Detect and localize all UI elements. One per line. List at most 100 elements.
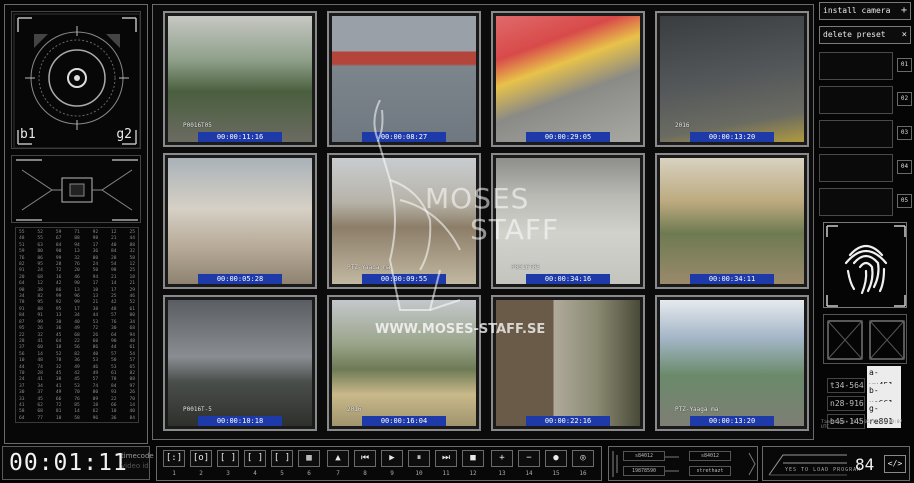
delete-preset-label: delete preset <box>823 30 886 39</box>
view-5-button[interactable]: [ ] <box>271 450 293 467</box>
camera-feed-12[interactable]: PTZ-Yaaga ma 00:00:13:20 <box>655 295 809 431</box>
toolbar-number: 15 <box>552 470 560 477</box>
radar-dial[interactable]: b1 g2 <box>11 11 141 149</box>
camera-timecode: 00:00:10:18 <box>198 416 282 426</box>
stop-button[interactable]: ■ <box>462 450 484 467</box>
camera-timecode: 00:00:05:28 <box>198 274 282 284</box>
preset-number-3[interactable]: 03 <box>897 126 912 140</box>
plus-icon: + <box>900 5 907 16</box>
camera-timecode: 00:00:16:04 <box>362 416 446 426</box>
camera-feed-6[interactable]: PTZ-Yaaga ma 00:00:09:55 <box>327 153 481 289</box>
load-program-label: YES TO LOAD PROGRAM <box>785 467 862 473</box>
motion-graphic <box>16 159 138 221</box>
toolbar-number: 7 <box>336 470 340 477</box>
telemetry-value: 77 <box>37 415 43 421</box>
code-row-2: n28-916b-uo661 <box>827 384 905 411</box>
view-4-button[interactable]: [ ] <box>244 450 266 467</box>
preset-slot-1[interactable] <box>819 52 893 80</box>
toolbar-number: 10 <box>415 470 423 477</box>
camera-feed-2[interactable]: 00:00:08:27 <box>327 11 481 147</box>
timecode-label: timecode <box>121 452 154 460</box>
preset-number-1[interactable]: 01 <box>897 58 912 72</box>
motion-decor-panel <box>11 155 141 223</box>
camera-timecode: 00:00:13:20 <box>690 416 774 426</box>
dial-label-g2: g2 <box>116 127 132 142</box>
telemetry-value: 96 <box>92 415 99 421</box>
stream-code-2: s84012 <box>689 451 731 461</box>
preset-slot-3[interactable] <box>819 120 893 148</box>
telemetry-value: 36 <box>111 415 117 421</box>
install-camera-label: install camera <box>823 6 891 15</box>
camera-caption: PTZ-Yaaga ma <box>675 406 719 413</box>
toolbar-number: 5 <box>280 470 284 477</box>
stream-code-1: s84012 <box>623 451 665 461</box>
camera-timecode: 00:00:08:27 <box>362 132 446 142</box>
camera-caption: P0016T05 <box>183 122 212 129</box>
fingerprint-scanner[interactable] <box>823 222 907 308</box>
skip-forward-button[interactable]: ⏭ <box>435 450 457 467</box>
record-button[interactable]: ● <box>545 450 567 467</box>
camera-feed-9[interactable]: P0016T-5 00:00:10:18 <box>163 295 317 431</box>
target-button[interactable]: ◎ <box>572 450 594 467</box>
left-control-panel: b1 g2 55 52 59 71 92 12 25 48 55 67 88 98 21 44 51 63 84… <box>4 4 148 444</box>
preset-slot-4[interactable] <box>819 154 893 182</box>
pause-button[interactable]: ⏸ <box>408 450 430 467</box>
playback-toolbar: [:] 1 [o] 2 [ ] 3 [ ] 4 [ ] 5 ▦ 6 ▲ 7 ⏮ 8 ▶ 9 ⏸ 10 ⏭ 11 ■ 12 +13… <box>156 446 602 481</box>
camera-timecode: 00:00:11:16 <box>198 132 282 142</box>
camera-timecode: 00:00:09:55 <box>362 274 446 284</box>
camera-caption: PTZ-Yaaga ma <box>347 264 391 271</box>
view-grid-button[interactable]: ▦ <box>298 450 320 467</box>
timestamp-text: Timestamp: 2017-05-17 14:09:07 UTC <box>821 420 903 430</box>
camera-feed-1[interactable]: P0016T05 00:00:11:16 <box>163 11 317 147</box>
toolbar-number: 6 <box>307 470 311 477</box>
view-3-button[interactable]: [ ] <box>217 450 239 467</box>
install-camera-button[interactable]: install camera + <box>819 2 911 20</box>
preset-number-5[interactable]: 05 <box>897 194 912 208</box>
camera-caption: P0016T-5 <box>183 406 212 413</box>
program-count: 84 <box>855 455 875 474</box>
camera-timecode: 00:00:22:16 <box>526 416 610 426</box>
toolbar-number: 14 <box>525 470 533 477</box>
watermark-title-line1: MOSES <box>425 182 530 215</box>
skip-back-button[interactable]: ⏮ <box>354 450 376 467</box>
camera-feed-10[interactable]: 2016 00:00:16:04 <box>327 295 481 431</box>
toolbar-number: 12 <box>469 470 477 477</box>
eject-button[interactable]: ▲ <box>327 450 349 467</box>
stream-code-3: 19878590 <box>623 466 665 476</box>
camera-timecode: 00:00:29:05 <box>526 132 610 142</box>
telemetry-number-grid: 55 52 59 71 92 12 25 48 55 67 88 98 21 44 51 63 84 94 17 40… <box>15 227 139 423</box>
view-1-button[interactable]: [:] <box>163 450 185 467</box>
zoom-in-button[interactable]: + <box>491 450 513 467</box>
camera-feed-8[interactable]: 00:00:34:11 <box>655 153 809 289</box>
preset-number-2[interactable]: 02 <box>897 92 912 106</box>
delete-preset-button[interactable]: delete preset × <box>819 26 911 44</box>
dial-label-b1: b1 <box>20 127 36 142</box>
toolbar-number: 9 <box>390 470 394 477</box>
stream-codes-panel: s84012 s84012 19878590 strethazt <box>608 446 758 481</box>
telemetry-row: 64 77 10 58 96 36 84 <box>19 416 135 422</box>
close-icon: × <box>901 30 907 40</box>
zoom-out-button[interactable]: − <box>518 450 540 467</box>
camera-feed-5[interactable]: 00:00:05:28 <box>163 153 317 289</box>
timecode-box: 00:01:11 timecode video id <box>2 446 154 480</box>
watermark-url: WWW.MOSES-STAFF.SE <box>375 322 546 337</box>
timecode-sublabel: video id <box>121 462 149 470</box>
telemetry-value: 64 <box>19 415 25 421</box>
camera-feed-11[interactable]: 00:00:22:16 <box>491 295 645 431</box>
fingerprint-icon <box>826 225 906 307</box>
preset-slot-5[interactable] <box>819 188 893 216</box>
toolbar-number: 1 <box>172 470 176 477</box>
toolbar-number: 8 <box>363 470 367 477</box>
preset-number-4[interactable]: 04 <box>897 160 912 174</box>
load-program-panel: YES TO LOAD PROGRAM 84 </> <box>762 446 910 481</box>
camera-timecode: 00:00:34:11 <box>690 274 774 284</box>
view-2-button[interactable]: [o] <box>190 450 212 467</box>
play-button[interactable]: ▶ <box>381 450 403 467</box>
camera-feed-3[interactable]: 00:00:29:05 <box>491 11 645 147</box>
toolbar-number: 11 <box>442 470 450 477</box>
camera-feed-4[interactable]: 2016 00:00:13:20 <box>655 11 809 147</box>
preset-slot-2[interactable] <box>819 86 893 114</box>
right-control-panel: install camera + delete preset × 01 02 0… <box>817 0 913 440</box>
telemetry-value: 84 <box>129 415 135 421</box>
code-button[interactable]: </> <box>884 455 906 473</box>
